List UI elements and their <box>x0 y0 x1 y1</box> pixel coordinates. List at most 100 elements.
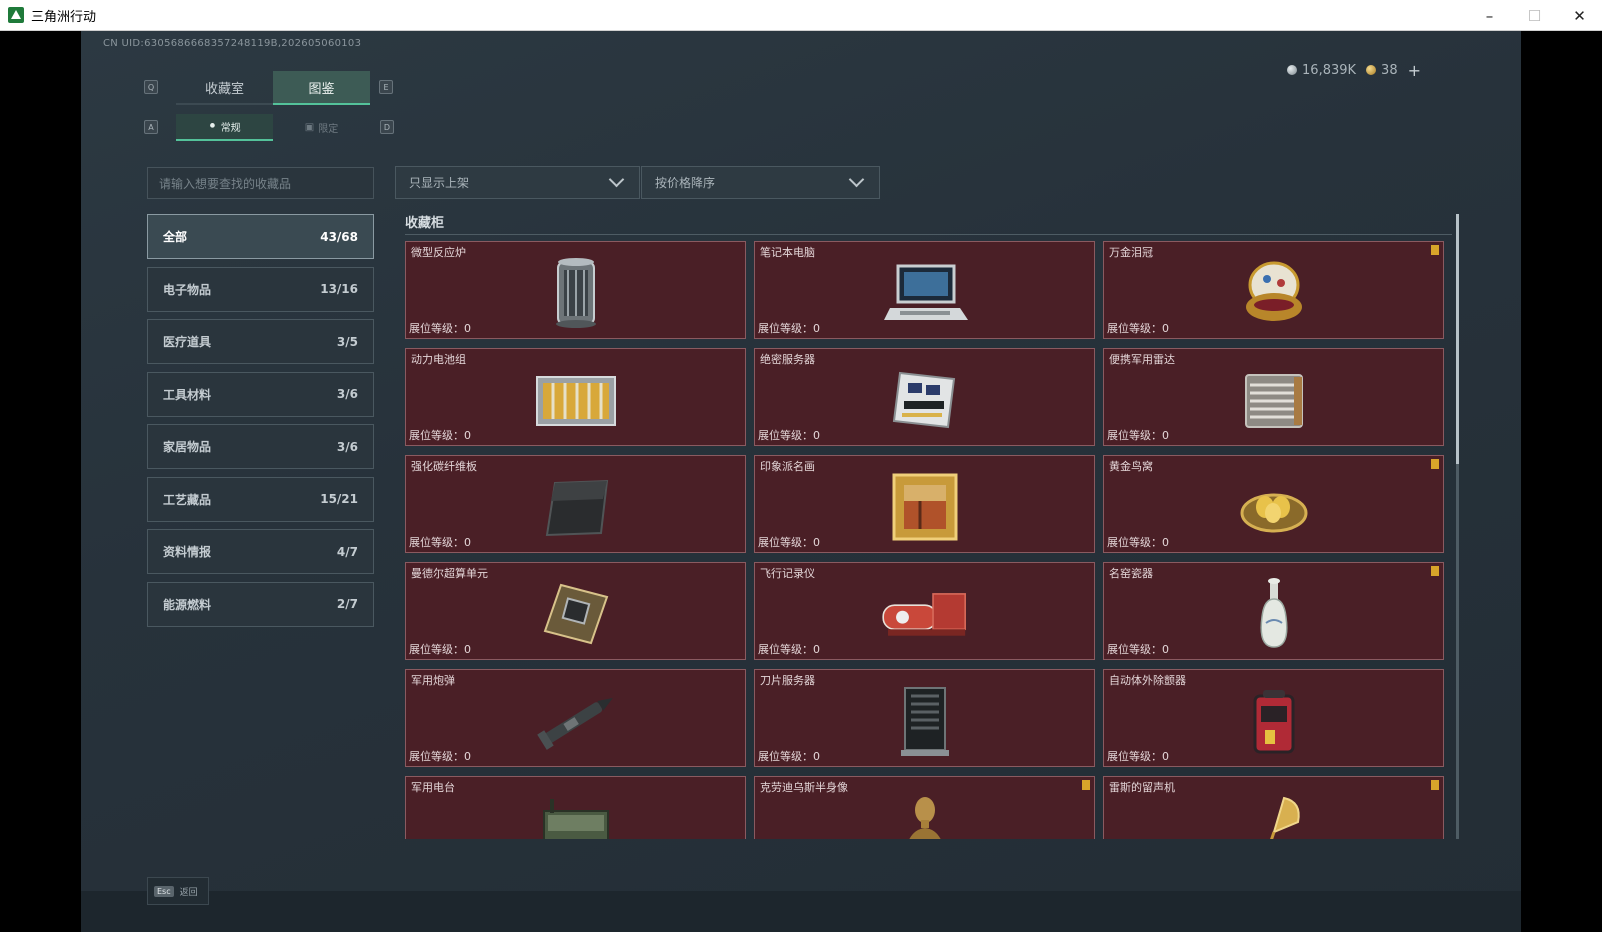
minimize-button[interactable]: – <box>1467 0 1512 31</box>
subtab-limited-label: 限定 <box>318 124 339 135</box>
category-crafts[interactable]: 工艺藏品 15/21 <box>147 476 374 522</box>
category-label: 医疗道具 <box>163 335 212 349</box>
defibrillator-icon <box>1229 682 1319 760</box>
item-level: 展位等级：0 <box>758 429 820 442</box>
category-list: 全部 43/68 电子物品 13/16 医疗道具 3/5 工具材料 3/6 家居物品 3/… <box>147 214 374 634</box>
category-household[interactable]: 家居物品 3/6 <box>147 424 374 469</box>
app-logo-icon <box>8 7 24 23</box>
category-count: 15/21 <box>320 492 358 506</box>
category-label: 工具材料 <box>163 387 212 402</box>
back-label: 返回 <box>179 887 198 898</box>
reactor-icon <box>531 254 621 332</box>
gold-amount: 38 <box>1381 63 1398 78</box>
category-electronics[interactable]: 电子物品 13/16 <box>147 266 374 312</box>
category-label: 家居物品 <box>163 440 212 454</box>
item-name: 曼德尔超算单元 <box>411 567 488 580</box>
jeweled-egg-icon <box>1229 254 1319 332</box>
category-fuel[interactable]: 能源燃料 2/7 <box>147 581 374 627</box>
silver-currency: 16,839K <box>1287 63 1356 78</box>
window-controls: – ☐ ✕ <box>1467 0 1602 31</box>
item-card[interactable]: 印象派名画 展位等级：0 <box>754 455 1095 553</box>
window-title: 三角洲行动 <box>31 9 97 25</box>
search-input[interactable]: 请输入想要查找的收藏品 <box>147 167 374 199</box>
item-name: 万金泪冠 <box>1109 246 1153 259</box>
item-card[interactable]: 笔记本电脑 展位等级：0 <box>754 241 1095 339</box>
supercomputer-unit-icon <box>531 575 621 653</box>
item-card[interactable]: 强化碳纤维板 展位等级：0 <box>405 455 746 553</box>
item-card[interactable]: 便携军用雷达 展位等级：0 <box>1103 348 1444 446</box>
item-name: 便携军用雷达 <box>1109 353 1175 366</box>
key-hint-d: D <box>380 120 394 134</box>
item-level: 展位等级：0 <box>409 536 471 549</box>
key-hint-q: Q <box>144 80 158 94</box>
porcelain-vase-icon <box>1229 575 1319 653</box>
item-name: 雷斯的留声机 <box>1109 781 1175 794</box>
flight-recorder-icon <box>880 575 970 653</box>
item-level: 展位等级：0 <box>758 643 820 656</box>
item-card[interactable]: 军用电台 <box>405 776 746 839</box>
item-card[interactable]: 自动体外除颤器 展位等级：0 <box>1103 669 1444 767</box>
category-all[interactable]: 全部 43/68 <box>147 214 374 259</box>
item-card[interactable]: 雷斯的留声机 <box>1103 776 1444 839</box>
laptop-icon <box>880 254 970 332</box>
tab-collection-room[interactable]: 收藏室 <box>176 71 273 105</box>
main-tabs: 收藏室 图鉴 <box>176 71 370 105</box>
category-intel[interactable]: 资料情报 4/7 <box>147 529 374 574</box>
item-card[interactable]: 万金泪冠 展位等级：0 <box>1103 241 1444 339</box>
sort-value: 按价格降序 <box>655 176 716 190</box>
listing-filter-dropdown[interactable]: 只显示上架 <box>395 166 640 199</box>
item-card[interactable]: 军用炮弹 展位等级：0 <box>405 669 746 767</box>
subtab-regular[interactable]: ⚫ 常规 <box>176 114 273 141</box>
item-name: 军用炮弹 <box>411 674 455 687</box>
currency-bar: 16,839K 38 + <box>1287 61 1421 80</box>
item-level: 展位等级：0 <box>1107 643 1169 656</box>
image-icon: ▣ <box>304 122 315 133</box>
silver-amount: 16,839K <box>1302 63 1357 78</box>
item-card[interactable]: 微型反应炉 展位等级：0 <box>405 241 746 339</box>
key-hint-e: E <box>379 80 393 94</box>
grid-scrollbar[interactable] <box>1456 214 1459 839</box>
category-label: 全部 <box>163 230 188 244</box>
subtab-limited[interactable]: ▣ 限定 <box>273 114 370 141</box>
item-name: 自动体外除颤器 <box>1109 674 1186 687</box>
add-currency-button[interactable]: + <box>1408 61 1421 80</box>
key-hint-a: A <box>144 120 158 134</box>
category-count: 3/6 <box>336 439 358 454</box>
category-label: 工艺藏品 <box>163 492 212 507</box>
server-board-icon <box>880 361 970 439</box>
item-level: 展位等级：0 <box>409 429 471 442</box>
category-medical[interactable]: 医疗道具 3/5 <box>147 319 374 364</box>
bust-statue-icon <box>880 789 970 839</box>
item-card[interactable]: 名窑瓷器 展位等级：0 <box>1103 562 1444 660</box>
item-name: 飞行记录仪 <box>760 567 815 580</box>
gramophone-icon <box>1229 789 1319 839</box>
item-card[interactable]: 克劳迪乌斯半身像 <box>754 776 1095 839</box>
item-card[interactable]: 绝密服务器 展位等级：0 <box>754 348 1095 446</box>
sort-dropdown[interactable]: 按价格降序 <box>641 166 880 199</box>
tab-catalog[interactable]: 图鉴 <box>273 71 370 105</box>
item-level: 展位等级：0 <box>758 750 820 763</box>
item-level: 展位等级：0 <box>758 536 820 549</box>
category-count: 4/7 <box>336 544 358 559</box>
painting-icon <box>880 468 970 546</box>
back-button[interactable]: Esc 返回 <box>147 877 209 905</box>
golden-nest-icon <box>1229 468 1319 546</box>
subtab-regular-label: 常规 <box>220 123 241 134</box>
item-name: 笔记本电脑 <box>760 246 815 259</box>
close-button[interactable]: ✕ <box>1557 0 1602 31</box>
military-radio-icon <box>531 789 621 839</box>
item-name: 强化碳纤维板 <box>411 460 477 473</box>
uid-label: CN UID:6305686668357248119B,202605060103 <box>103 38 362 49</box>
scrollbar-thumb[interactable] <box>1456 214 1459 464</box>
category-tools[interactable]: 工具材料 3/6 <box>147 371 374 417</box>
item-card[interactable]: 动力电池组 展位等级：0 <box>405 348 746 446</box>
silver-coin-icon <box>1287 65 1298 75</box>
item-card[interactable]: 黄金鸟窝 展位等级：0 <box>1103 455 1444 553</box>
radar-icon <box>1229 361 1319 439</box>
chevron-down-icon <box>608 171 625 188</box>
item-card[interactable]: 飞行记录仪 展位等级：0 <box>754 562 1095 660</box>
item-card[interactable]: 曼德尔超算单元 展位等级：0 <box>405 562 746 660</box>
category-count: 3/6 <box>336 387 358 401</box>
maximize-button[interactable]: ☐ <box>1512 0 1557 31</box>
item-card[interactable]: 刀片服务器 展位等级：0 <box>754 669 1095 767</box>
